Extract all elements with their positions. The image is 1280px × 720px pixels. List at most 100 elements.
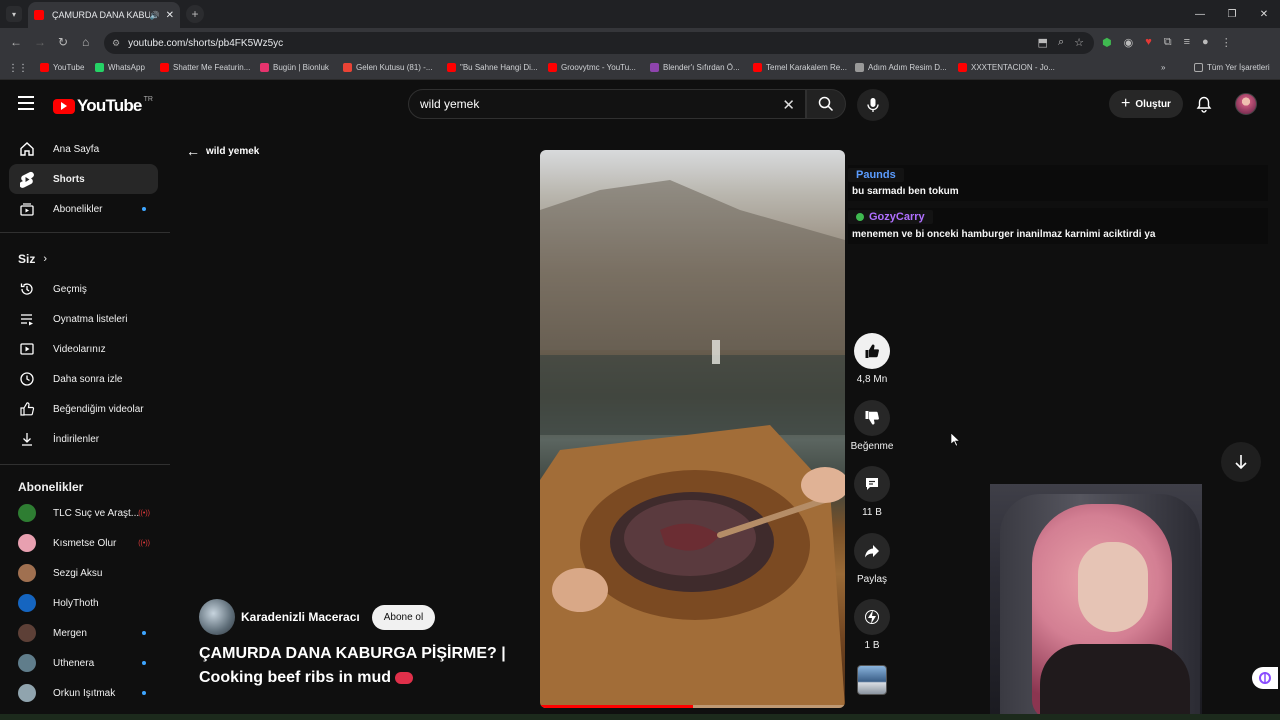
shorts-video-player[interactable] bbox=[540, 150, 845, 708]
search-input[interactable]: wild yemek ✕ bbox=[408, 89, 806, 119]
sidebar-item-downloads[interactable]: İndirilenler bbox=[9, 424, 158, 454]
tab-search-icon[interactable]: ▾ bbox=[6, 6, 22, 22]
sidebar-subscription-item[interactable]: HolyThoth bbox=[9, 588, 158, 618]
extension-circle-icon[interactable]: ◉ bbox=[1124, 36, 1134, 49]
remix-button[interactable] bbox=[854, 599, 890, 635]
sidebar: Ana Sayfa Shorts Abonelikler Siz › Geçmi… bbox=[0, 132, 170, 720]
next-short-button[interactable] bbox=[1221, 442, 1261, 482]
home-page-icon[interactable]: ⌂ bbox=[82, 35, 89, 49]
bookmark-item[interactable]: "Bu Sahne Hangi Di... bbox=[447, 63, 538, 72]
bookmark-item[interactable]: YouTube bbox=[40, 63, 84, 72]
new-tab-button[interactable]: + bbox=[186, 5, 204, 23]
profile-icon[interactable]: ● bbox=[1202, 36, 1209, 49]
streamer-body bbox=[1040, 644, 1190, 720]
back-icon[interactable]: ← bbox=[10, 35, 22, 49]
live-icon: ((•)) bbox=[138, 509, 150, 517]
share-button[interactable] bbox=[854, 533, 890, 569]
create-button[interactable]: + Oluştur bbox=[1109, 90, 1183, 118]
sidebar-item-watch-later[interactable]: Daha sonra izle bbox=[9, 364, 158, 394]
sidebar-item-your-videos[interactable]: Videolarınız bbox=[9, 334, 158, 364]
restore-icon[interactable]: ❐ bbox=[1216, 0, 1248, 28]
dislike-label: Beğenme bbox=[850, 441, 894, 452]
comments-button[interactable] bbox=[854, 466, 890, 502]
new-content-dot bbox=[142, 661, 146, 665]
sidebar-item-home[interactable]: Ana Sayfa bbox=[9, 134, 158, 164]
install-icon[interactable]: ⬒ bbox=[1038, 36, 1048, 49]
audio-icon[interactable]: 🔊 bbox=[150, 11, 160, 20]
bookmark-star-icon[interactable]: ☆ bbox=[1074, 36, 1084, 49]
bookmark-item[interactable]: Bugün | Bionluk bbox=[260, 63, 329, 72]
subscribe-button[interactable]: Abone ol bbox=[371, 604, 436, 630]
channel-avatar[interactable] bbox=[199, 599, 235, 635]
country-code: TR bbox=[143, 95, 153, 103]
bookmark-item[interactable]: Shatter Me Featurin... bbox=[160, 63, 250, 72]
account-avatar[interactable] bbox=[1235, 93, 1257, 115]
sidebar-divider bbox=[0, 464, 170, 465]
zoom-icon[interactable]: ⌕ bbox=[1058, 36, 1064, 49]
close-window-icon[interactable]: ✕ bbox=[1248, 0, 1280, 28]
download-icon bbox=[18, 430, 36, 448]
sidebar-you-heading[interactable]: Siz › bbox=[18, 252, 47, 266]
sidebar-item-playlists[interactable]: Oynatma listeleri bbox=[9, 304, 158, 334]
arrow-down-icon bbox=[1235, 455, 1247, 470]
like-button[interactable] bbox=[854, 333, 890, 369]
clear-search-icon[interactable]: ✕ bbox=[782, 96, 795, 114]
new-content-dot bbox=[142, 631, 146, 635]
extension-floating-icon[interactable] bbox=[1252, 667, 1278, 689]
search-button[interactable] bbox=[806, 89, 846, 119]
bookmark-item[interactable]: Temel Karakalem Re... bbox=[753, 63, 847, 72]
logo-text: YouTube bbox=[77, 96, 142, 115]
window-controls: — ❐ ✕ bbox=[1184, 0, 1280, 28]
address-bar: ← → ↻ ⌂ ⚙ youtube.com/shorts/pb4FK5Wz5yc… bbox=[0, 28, 1280, 58]
apps-grid-icon[interactable]: ⋮⋮ bbox=[8, 63, 28, 74]
extension-shield-icon[interactable]: ⬢ bbox=[1102, 36, 1112, 49]
sidebar-subscription-item[interactable]: Mergen bbox=[9, 618, 158, 648]
voice-search-button[interactable] bbox=[857, 89, 889, 121]
video-progress-bar[interactable] bbox=[540, 705, 845, 708]
media-control-icon[interactable]: ≡ bbox=[1184, 36, 1190, 49]
new-content-dot bbox=[142, 207, 146, 211]
video-title[interactable]: ÇAMURDA DANA KABURGA PİŞİRME? | Cooking … bbox=[199, 642, 529, 690]
sidebar-subscription-item[interactable]: Sezgi Aksu bbox=[9, 558, 158, 588]
bookmark-item[interactable]: Blender'ı Sıfırdan Ö... bbox=[650, 63, 740, 72]
reload-icon[interactable]: ↻ bbox=[58, 35, 68, 49]
video-frame bbox=[540, 180, 845, 708]
bookmark-item[interactable]: Groovytmc - YouTu... bbox=[548, 63, 636, 72]
browser-menu-icon[interactable]: ⋮ bbox=[1221, 36, 1232, 49]
minimize-icon[interactable]: — bbox=[1184, 0, 1216, 28]
sidebar-item-shorts[interactable]: Shorts bbox=[9, 164, 158, 194]
live-icon: ((•)) bbox=[138, 539, 150, 547]
extension-red-icon[interactable]: ♥ bbox=[1145, 36, 1152, 49]
extensions-puzzle-icon[interactable]: ⧉ bbox=[1164, 36, 1172, 49]
sidebar-item-subscriptions[interactable]: Abonelikler bbox=[9, 194, 158, 224]
more-bookmarks-icon[interactable]: » bbox=[1161, 63, 1165, 72]
bookmark-favicon-icon bbox=[548, 63, 557, 72]
sidebar-subscription-item[interactable]: Kısmetse Olur ((•)) bbox=[9, 528, 158, 558]
channel-name[interactable]: Karadenizli Maceracı bbox=[241, 610, 360, 624]
bookmark-item[interactable]: XXXTENTACION - Jo... bbox=[958, 63, 1055, 72]
bookmark-item[interactable]: Adım Adım Resim D... bbox=[855, 63, 947, 72]
sidebar-subscription-item[interactable]: Uthenera bbox=[9, 648, 158, 678]
mouse-cursor-icon bbox=[951, 433, 961, 447]
bookmarks-bar: ⋮⋮ » Tüm Yer İşaretleri YouTube WhatsApp S… bbox=[0, 58, 1280, 80]
menu-icon[interactable] bbox=[18, 96, 34, 114]
url-input[interactable]: ⚙ youtube.com/shorts/pb4FK5Wz5yc ⬒ ⌕ ☆ bbox=[104, 32, 1094, 54]
new-content-dot bbox=[142, 691, 146, 695]
all-bookmarks[interactable]: Tüm Yer İşaretleri bbox=[1194, 63, 1270, 72]
back-to-search[interactable]: ← wild yemek bbox=[186, 143, 259, 159]
sidebar-subscription-item[interactable]: TLC Suç ve Araşt... ((•)) bbox=[9, 498, 158, 528]
sidebar-subscription-item[interactable]: Orkun Işıtmak bbox=[9, 678, 158, 708]
site-info-icon[interactable]: ⚙ bbox=[112, 38, 120, 49]
forward-icon[interactable]: → bbox=[34, 35, 46, 49]
sound-thumbnail[interactable] bbox=[857, 665, 887, 695]
dislike-button[interactable] bbox=[854, 400, 890, 436]
bookmark-item[interactable]: WhatsApp bbox=[95, 63, 145, 72]
browser-tab[interactable]: ÇAMURDA DANA KABURGA 🔊 ✕ bbox=[28, 2, 180, 28]
sidebar-item-liked-videos[interactable]: Beğendiğim videolar bbox=[9, 394, 158, 424]
tab-close-icon[interactable]: ✕ bbox=[166, 10, 174, 21]
bookmark-favicon-icon bbox=[753, 63, 762, 72]
notifications-bell-icon[interactable] bbox=[1196, 96, 1212, 118]
sidebar-item-history[interactable]: Geçmiş bbox=[9, 274, 158, 304]
youtube-logo[interactable]: YouTube TR bbox=[53, 96, 153, 116]
bookmark-item[interactable]: Gelen Kutusu (81) -... bbox=[343, 63, 432, 72]
